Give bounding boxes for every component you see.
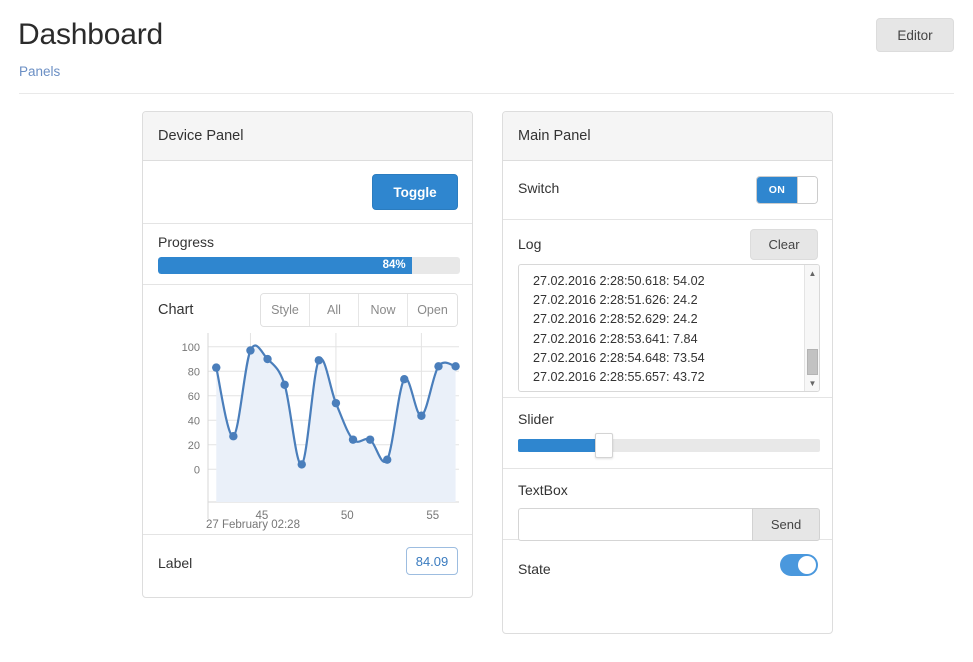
chart-data-point (298, 460, 306, 468)
main-panel-title: Main Panel (518, 128, 591, 144)
breadcrumb-panels-link[interactable]: Panels (19, 64, 60, 79)
log-line: 27.02.2016 2:28:56.675: 84.09 (533, 387, 809, 392)
chart-data-point (280, 381, 288, 389)
switch-label: Switch (518, 180, 559, 196)
label-row: Label 84.09 (143, 535, 472, 595)
log-row: Log Clear 27.02.2016 2:28:50.618: 54.022… (503, 220, 832, 398)
chart-xtick-label: 50 (341, 510, 354, 519)
device-panel-title: Device Panel (158, 128, 243, 144)
state-label: State (518, 561, 551, 577)
progress-row: Progress 84% (143, 224, 472, 285)
log-line: 27.02.2016 2:28:51.626: 24.2 (533, 291, 809, 310)
chart-canvas[interactable]: 0 20 40 60 80 100 45 50 55 27 February 02:28 (158, 329, 461, 539)
textbox-row: TextBox Send (503, 469, 832, 540)
scroll-up-icon[interactable]: ▲ (805, 266, 820, 280)
chart-data-point (383, 455, 391, 463)
send-button[interactable]: Send (752, 508, 820, 541)
progress-value: 84% (383, 257, 412, 274)
switch-row: Switch ON (503, 161, 832, 220)
state-toggle[interactable] (780, 554, 818, 576)
chart-ytick-label: 20 (188, 440, 200, 452)
toggle-button[interactable]: Toggle (372, 174, 458, 210)
label-row-label: Label (158, 555, 192, 571)
slider-handle[interactable] (595, 433, 613, 458)
log-scrollbar[interactable]: ▲ ▼ (804, 265, 819, 391)
scrollbar-thumb[interactable] (807, 349, 818, 375)
main-panel: Main Panel Switch ON Log Clear 27.02.201… (502, 111, 833, 634)
log-label: Log (518, 236, 541, 252)
textbox-input[interactable] (518, 508, 752, 541)
progress-bar: 84% (158, 257, 460, 274)
line-chart: 0 20 40 60 80 100 45 50 55 (158, 329, 461, 519)
slider-track[interactable] (518, 439, 820, 452)
chart-data-point (349, 435, 357, 443)
chart-data-point (400, 375, 408, 383)
chart-data-point (229, 432, 237, 440)
dashboard-page: Dashboard Editor Panels Device Panel Tog… (0, 0, 973, 662)
progress-bar-fill: 84% (158, 257, 412, 274)
chart-xtick-label: 55 (426, 510, 439, 519)
chart-data-point (332, 399, 340, 407)
chart-data-point (366, 435, 374, 443)
chart-ytick-label: 80 (188, 366, 200, 378)
log-line: 27.02.2016 2:28:52.629: 24.2 (533, 310, 809, 329)
log-header: Log Clear (518, 232, 817, 264)
chart-data-point (434, 362, 442, 370)
slider-label: Slider (518, 411, 817, 427)
switch-toggle[interactable]: ON (756, 176, 818, 204)
switch-on-text: ON (757, 177, 797, 203)
chart-ytick-label: 0 (194, 464, 200, 476)
log-lines: 27.02.2016 2:28:50.618: 54.0227.02.2016 … (519, 265, 819, 392)
scroll-down-icon[interactable]: ▼ (805, 376, 820, 390)
state-row: State (503, 540, 832, 601)
chart-xtick-label: 45 (255, 510, 268, 519)
clear-log-button[interactable]: Clear (750, 229, 818, 260)
log-line: 27.02.2016 2:28:50.618: 54.02 (533, 272, 809, 291)
chart-data-point (451, 362, 459, 370)
device-panel: Device Panel Toggle Progress 84% Chart S… (142, 111, 473, 598)
log-line: 27.02.2016 2:28:53.641: 7.84 (533, 330, 809, 349)
chart-data-point (417, 412, 425, 420)
chart-ytick-label: 60 (188, 391, 200, 403)
progress-label: Progress (158, 234, 457, 250)
editor-button[interactable]: Editor (876, 18, 954, 52)
chart-header: Chart Style All Now Open (158, 295, 460, 325)
header-divider (19, 93, 954, 94)
slider-fill (518, 439, 600, 452)
label-value-badge: 84.09 (406, 547, 458, 575)
chart-data-point (212, 363, 220, 371)
switch-knob (797, 177, 817, 203)
device-panel-heading: Device Panel (143, 112, 472, 161)
chart-button-all[interactable]: All (310, 294, 359, 326)
page-title: Dashboard (18, 17, 163, 53)
state-toggle-knob (798, 556, 816, 574)
chart-data-point (246, 346, 254, 354)
chart-button-open[interactable]: Open (408, 294, 457, 326)
log-line: 27.02.2016 2:28:55.657: 43.72 (533, 368, 809, 387)
chart-title: Chart (158, 302, 193, 318)
toggle-row: Toggle (143, 161, 472, 224)
chart-data-point (263, 355, 271, 363)
main-panel-heading: Main Panel (503, 112, 832, 161)
chart-ytick-label: 40 (188, 415, 200, 427)
chart-button-now[interactable]: Now (359, 294, 408, 326)
log-line: 27.02.2016 2:28:54.648: 73.54 (533, 349, 809, 368)
chart-subtitle: 27 February 02:28 (206, 519, 300, 531)
chart-row: Chart Style All Now Open 0 20 40 60 80 100 45 5… (143, 285, 472, 535)
slider-row: Slider (503, 398, 832, 469)
textbox-input-group: Send (518, 508, 820, 541)
textbox-label: TextBox (518, 482, 817, 498)
chart-button-group: Style All Now Open (260, 293, 458, 327)
chart-data-point (315, 356, 323, 364)
chart-button-style[interactable]: Style (261, 294, 310, 326)
chart-ytick-label: 100 (182, 342, 200, 354)
log-textarea[interactable]: 27.02.2016 2:28:50.618: 54.0227.02.2016 … (518, 264, 820, 392)
